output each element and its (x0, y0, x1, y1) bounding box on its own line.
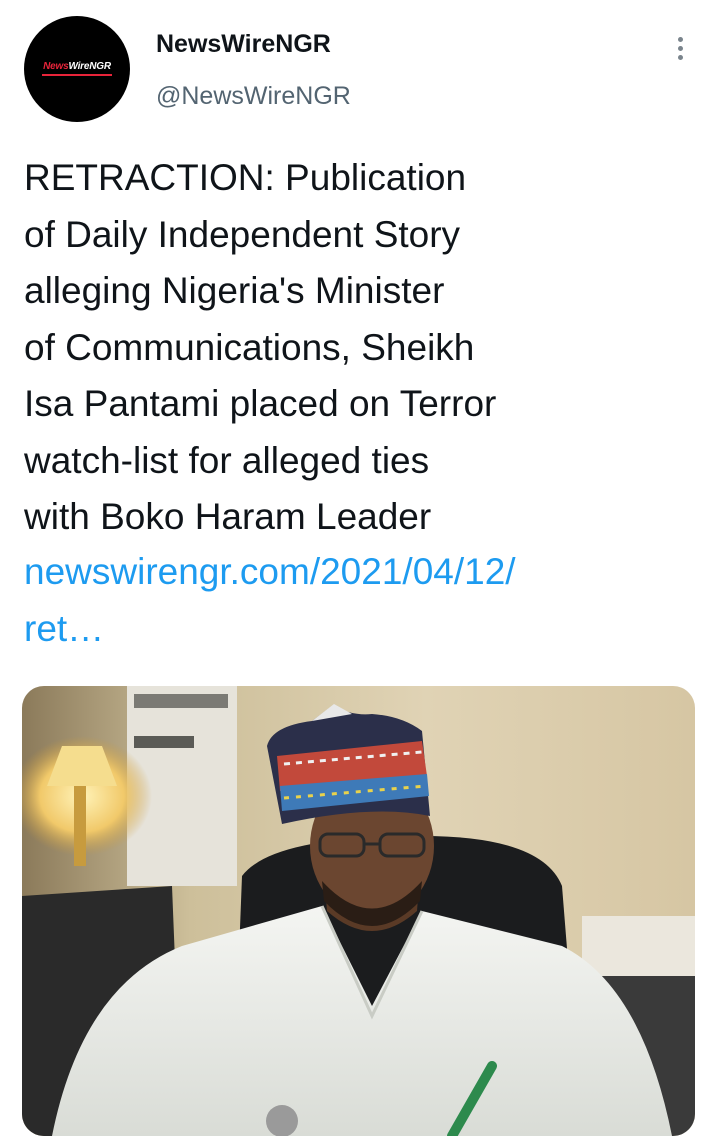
tweet-link[interactable]: newswirengr.com/2021/04/12/ ret… (24, 544, 684, 657)
logo-underline (42, 74, 112, 76)
dot (677, 36, 683, 42)
photo-illustration (22, 686, 695, 1136)
tweet: NewsWireNGR NewsWireNGR @NewsWireNGR RET… (0, 0, 718, 1144)
author-display-name[interactable]: NewsWireNGR (156, 30, 331, 59)
more-options-icon[interactable] (660, 28, 700, 68)
author-handle[interactable]: @NewsWireNGR (156, 82, 351, 111)
dot (677, 54, 683, 60)
tweet-photo[interactable] (22, 686, 695, 1136)
tweet-text: RETRACTION: Publication of Daily Indepen… (24, 157, 497, 537)
avatar[interactable]: NewsWireNGR (24, 16, 130, 122)
dot (677, 45, 683, 51)
newswirengr-logo: NewsWireNGR (42, 62, 112, 76)
logo-text: NewsWireNGR (43, 61, 111, 72)
